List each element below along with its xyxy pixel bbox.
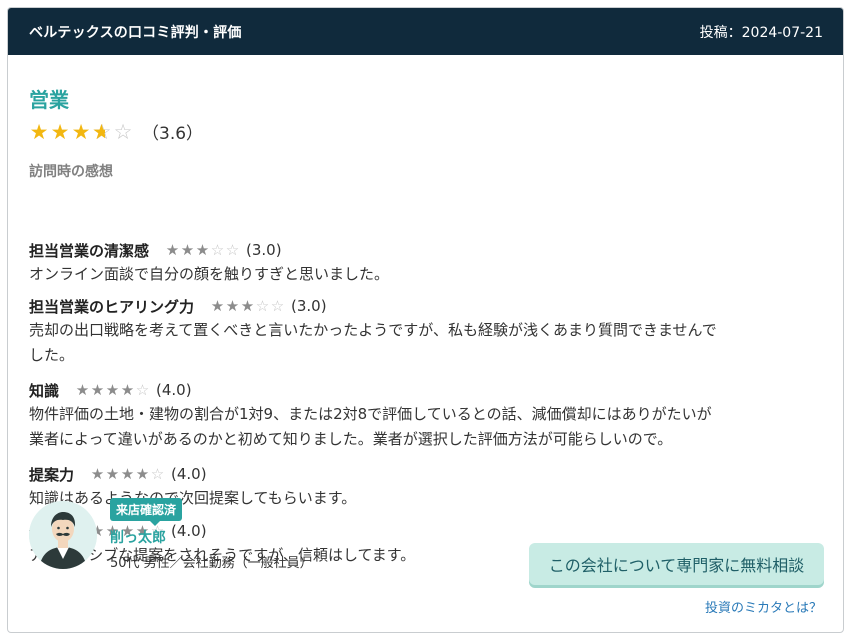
star-icon: ★ (120, 465, 135, 483)
reviewer-info: 来店確認済 削っ太郎 50代 男性／会社勤務（一般社員） (29, 498, 313, 571)
star-icon: ☆ (210, 241, 225, 259)
visit-confirmed-badge: 来店確認済 (110, 498, 183, 526)
star-icon: ★ (90, 465, 105, 483)
rating-item-score: (3.0) (246, 241, 282, 259)
man-avatar-icon (29, 501, 97, 569)
about-link[interactable]: 投資のミカタとは？ (705, 597, 822, 616)
rating-item-title: 担当営業のヒアリング力 (29, 297, 195, 316)
star-icon: ★ (195, 241, 210, 259)
reviewer-name: 削っ太郎 (110, 530, 166, 546)
free-consultation-button[interactable]: この会社について専門家に無料相談 (529, 543, 824, 585)
rating-item-stars: ★ ★ ★ ★ ☆ (90, 465, 165, 483)
review-header: ベルテックスの口コミ評判・評価 投稿：2024-07-21 (8, 8, 843, 55)
overall-star-rating: ★★★☆★☆ (29, 120, 134, 144)
rating-item-header: 知識 ★ ★ ★ ★ ☆ (4.0) (29, 379, 824, 401)
star-icon: ★ (210, 297, 225, 315)
rating-item-score: (4.0) (156, 381, 192, 399)
star-icon: ★ (165, 241, 180, 259)
star-icon: ★ (225, 297, 240, 315)
rating-item: 担当営業のヒアリング力 ★ ★ ★ ☆ ☆ (3.0) 売却の出口戦略を考えて置くべきと言いた… (29, 295, 824, 368)
star-icon: ☆ (113, 119, 134, 144)
rating-item-comment: 業者によって違いがあるのかと初めて知りました。業者が選択した評価方法が可能らしい… (29, 430, 673, 448)
rating-item: 知識 ★ ★ ★ ★ ☆ (4.0) 物件評価の土地・建物の割合が1対9、または2対8で評価し… (29, 379, 824, 452)
rating-item-header: 担当営業のヒアリング力 ★ ★ ★ ☆ ☆ (3.0) (29, 295, 824, 317)
rating-item-stars: ★ ★ ★ ☆ ☆ (165, 241, 240, 259)
rating-item-score: (3.0) (291, 297, 327, 315)
review-card: ベルテックスの口コミ評判・評価 投稿：2024-07-21 営業 ★★★☆★☆ … (7, 7, 844, 633)
star-icon: ☆ (135, 381, 150, 399)
rating-item-comment: した。 (29, 346, 75, 364)
rating-item-title: 提案力 (29, 465, 75, 484)
star-icon: ★ (135, 465, 150, 483)
rating-item-stars: ★ ★ ★ ☆ ☆ (210, 297, 285, 315)
star-icon: ☆ (255, 297, 270, 315)
star-icon: ★ (120, 381, 135, 399)
star-icon: ★ (105, 381, 120, 399)
star-icon: ★ (50, 119, 71, 144)
rating-item-header: 担当営業の清潔感 ★ ★ ★ ☆ ☆ (3.0) (29, 239, 824, 261)
star-icon: ☆ (150, 465, 165, 483)
star-icon: ★ (180, 241, 195, 259)
reviewer-meta: 50代 男性／会社勤務（一般社員） (110, 556, 313, 571)
star-icon: ★ (90, 381, 105, 399)
rating-item-score: (4.0) (171, 465, 207, 483)
star-icon: ☆★ (92, 119, 113, 144)
rating-item-comment: 売却の出口戦略を考えて置くべきと言いたかったようですが、私も経験が浅くあまり質問… (29, 321, 717, 339)
star-icon: ★ (71, 119, 92, 144)
section-label-visit-impression: 訪問時の感想 (29, 164, 113, 180)
rating-item-comment: 物件評価の土地・建物の割合が1対9、または2対8で評価しているとの話、減価償却に… (29, 405, 712, 423)
rating-item: 担当営業の清潔感 ★ ★ ★ ☆ ☆ (3.0) オンライン面談で自分の顔を触りすぎと思いまし… (29, 239, 824, 287)
star-icon: ★ (240, 297, 255, 315)
star-icon: ☆ (270, 297, 285, 315)
overall-rating: ★★★☆★☆ （3.6） (29, 119, 204, 145)
review-category: 営業 (29, 88, 69, 112)
star-icon: ☆ (225, 241, 240, 259)
rating-item-title: 知識 (29, 381, 60, 400)
review-header-title: ベルテックスの口コミ評判・評価 (29, 24, 242, 41)
star-icon: ★ (75, 381, 90, 399)
posted-date: 投稿：2024-07-21 (699, 24, 823, 41)
rating-item-stars: ★ ★ ★ ★ ☆ (75, 381, 150, 399)
overall-score: （3.6） (142, 124, 204, 144)
rating-item-header: 提案力 ★ ★ ★ ★ ☆ (4.0) (29, 463, 824, 485)
rating-item-comment: オンライン面談で自分の顔を触りすぎと思いました。 (29, 265, 390, 283)
rating-item-title: 担当営業の清潔感 (29, 241, 150, 260)
reviewer-details: 来店確認済 削っ太郎 50代 男性／会社勤務（一般社員） (110, 498, 313, 571)
star-icon: ★ (29, 119, 50, 144)
star-icon: ★ (105, 465, 120, 483)
